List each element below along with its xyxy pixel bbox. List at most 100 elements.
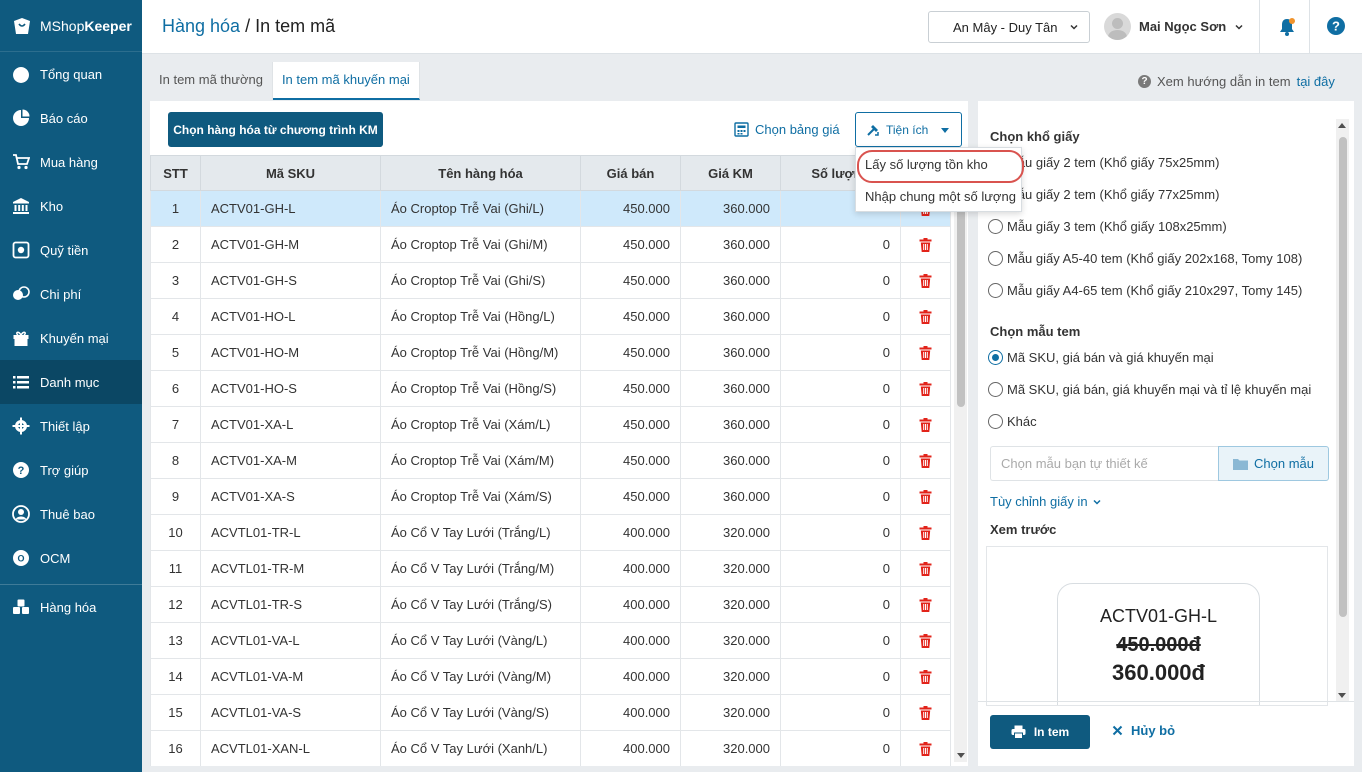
cell-delete[interactable] [900, 298, 951, 335]
sidebar-item-kho[interactable]: Kho [0, 184, 142, 228]
table-row[interactable]: 10 ACVTL01-TR-L Áo Cổ V Tay Lưới (Trắng/L)… [150, 514, 951, 551]
cell-quantity[interactable]: 0 [780, 622, 901, 659]
trash-icon[interactable] [919, 669, 932, 684]
table-row[interactable]: 12 ACVTL01-TR-S Áo Cổ V Tay Lưới (Trắng/S)… [150, 586, 951, 623]
tab-in-tem-ma-khuyen-mai[interactable]: In tem mã khuyến mại [272, 62, 420, 100]
sidebar-item-quy-tien[interactable]: Quỹ tiền [0, 228, 142, 272]
trash-icon[interactable] [919, 525, 932, 540]
custom-template-input[interactable] [990, 446, 1218, 481]
table-row[interactable]: 7 ACTV01-XA-L Áo Croptop Trễ Vai (Xám/L) 45… [150, 406, 951, 443]
cell-delete[interactable] [900, 730, 951, 766]
radio-button[interactable] [988, 350, 1003, 365]
cell-quantity[interactable]: 0 [780, 298, 901, 335]
cell-delete[interactable] [900, 694, 951, 731]
sidebar-item-ocm[interactable]: O OCM [0, 536, 142, 580]
scrollbar-thumb[interactable] [1339, 137, 1347, 617]
trash-icon[interactable] [919, 273, 932, 288]
trash-icon[interactable] [919, 453, 932, 468]
trash-icon[interactable] [919, 309, 932, 324]
paper-size-option[interactable]: Mẫu giấy 3 tem (Khổ giấy 108x25mm) [988, 219, 1227, 234]
sidebar-item-bao-cao[interactable]: Báo cáo [0, 96, 142, 140]
breadcrumb-hang-hoa[interactable]: Hàng hóa [162, 16, 240, 36]
sidebar-item-tro-giup[interactable]: ? Trợ giúp [0, 448, 142, 492]
table-row[interactable]: 14 ACVTL01-VA-M Áo Cổ V Tay Lưới (Vàng/M) 4… [150, 658, 951, 695]
scroll-down-arrow-icon[interactable] [1338, 693, 1346, 698]
table-row[interactable]: 6 ACTV01-HO-S Áo Croptop Trễ Vai (Hồng/S) 4… [150, 370, 951, 407]
cell-quantity[interactable]: 0 [780, 442, 901, 479]
cell-quantity[interactable]: 0 [780, 226, 901, 263]
col-header-promo-price[interactable]: Giá KM [680, 155, 781, 191]
radio-button[interactable] [988, 251, 1003, 266]
cell-delete[interactable] [900, 262, 951, 299]
paper-size-option[interactable]: Mẫu giấy A4-65 tem (Khổ giấy 210x297, To… [988, 283, 1302, 298]
col-header-stt[interactable]: STT [150, 155, 201, 191]
table-scrollbar[interactable] [954, 155, 967, 762]
trash-icon[interactable] [919, 417, 932, 432]
cell-delete[interactable] [900, 370, 951, 407]
table-row[interactable]: 1 ACTV01-GH-L Áo Croptop Trễ Vai (Ghi/L) 45… [150, 190, 951, 227]
table-row[interactable]: 5 ACTV01-HO-M Áo Croptop Trễ Vai (Hồng/M) 4… [150, 334, 951, 371]
cell-delete[interactable] [900, 550, 951, 587]
table-row[interactable]: 13 ACVTL01-VA-L Áo Cổ V Tay Lưới (Vàng/L) 4… [150, 622, 951, 659]
cell-delete[interactable] [900, 586, 951, 623]
cell-delete[interactable] [900, 658, 951, 695]
paper-size-option[interactable]: Mẫu giấy 2 tem (Khổ giấy 77x25mm) [988, 187, 1219, 202]
radio-button[interactable] [988, 283, 1003, 298]
settings-scrollbar[interactable] [1336, 119, 1349, 702]
tab-in-tem-ma-thuong[interactable]: In tem mã thường [150, 62, 273, 100]
customize-paper-toggle[interactable]: Tùy chỉnh giấy in [990, 494, 1102, 509]
sidebar-item-thue-bao[interactable]: Thuê bao [0, 492, 142, 536]
menu-item-get-stock-quantity[interactable]: Lấy số lượng tồn kho [856, 148, 1024, 183]
user-menu[interactable]: Mai Ngọc Sơn [1104, 13, 1244, 40]
sidebar-item-tong-quan[interactable]: Tổng quan [0, 52, 142, 96]
sidebar-item-thiet-lap[interactable]: Thiết lập [0, 404, 142, 448]
choose-promo-products-button[interactable]: Chọn hàng hóa từ chương trình KM [168, 112, 383, 147]
radio-button[interactable] [988, 414, 1003, 429]
label-template-option[interactable]: Mã SKU, giá bán và giá khuyến mại [988, 350, 1214, 365]
trash-icon[interactable] [919, 741, 932, 756]
trash-icon[interactable] [919, 345, 932, 360]
col-header-name[interactable]: Tên hàng hóa [380, 155, 581, 191]
table-row[interactable]: 11 ACVTL01-TR-M Áo Cổ V Tay Lưới (Trắng/M)… [150, 550, 951, 587]
choose-price-table-link[interactable]: Chọn bảng giá [734, 122, 840, 137]
cell-delete[interactable] [900, 334, 951, 371]
cell-quantity[interactable]: 0 [780, 694, 901, 731]
cell-quantity[interactable]: 0 [780, 550, 901, 587]
table-row[interactable]: 4 ACTV01-HO-L Áo Croptop Trễ Vai (Hồng/L) 4… [150, 298, 951, 335]
cell-delete[interactable] [900, 226, 951, 263]
col-header-price[interactable]: Giá bán [580, 155, 681, 191]
radio-button[interactable] [988, 219, 1003, 234]
table-row[interactable]: 15 ACVTL01-VA-S Áo Cổ V Tay Lưới (Vàng/S) 4… [150, 694, 951, 731]
scroll-down-arrow-icon[interactable] [957, 753, 965, 758]
sidebar-item-hang-hoa[interactable]: Hàng hóa [0, 585, 142, 629]
col-header-sku[interactable]: Mã SKU [200, 155, 381, 191]
cell-quantity[interactable]: 0 [780, 586, 901, 623]
cell-quantity[interactable]: 0 [780, 658, 901, 695]
scroll-up-arrow-icon[interactable] [1338, 123, 1346, 128]
cell-delete[interactable] [900, 514, 951, 551]
table-row[interactable]: 3 ACTV01-GH-S Áo Croptop Trễ Vai (Ghi/S) 45… [150, 262, 951, 299]
label-template-option[interactable]: Mã SKU, giá bán, giá khuyến mại và tỉ lệ… [988, 382, 1311, 397]
sidebar-item-danh-muc[interactable]: Danh mục [0, 360, 142, 404]
cell-delete[interactable] [900, 478, 951, 515]
scrollbar-thumb[interactable] [957, 199, 965, 407]
cell-delete[interactable] [900, 622, 951, 659]
cell-delete[interactable] [900, 442, 951, 479]
trash-icon[interactable] [919, 237, 932, 252]
sidebar-item-khuyen-mai[interactable]: Khuyến mại [0, 316, 142, 360]
table-row[interactable]: 9 ACTV01-XA-S Áo Croptop Trễ Vai (Xám/S) 45… [150, 478, 951, 515]
trash-icon[interactable] [919, 381, 932, 396]
label-template-option[interactable]: Khác [988, 414, 1037, 429]
trash-icon[interactable] [919, 597, 932, 612]
brand[interactable]: MShopKeeper [0, 0, 142, 52]
cell-quantity[interactable]: 0 [780, 406, 901, 443]
cell-delete[interactable] [900, 406, 951, 443]
cell-quantity[interactable]: 0 [780, 334, 901, 371]
print-labels-button[interactable]: In tem [990, 715, 1090, 749]
menu-item-enter-common-quantity[interactable]: Nhập chung một số lượng [856, 180, 1021, 212]
guide-link[interactable]: tại đây [1297, 74, 1335, 89]
cell-quantity[interactable]: 0 [780, 262, 901, 299]
sidebar-item-mua-hang[interactable]: Mua hàng [0, 140, 142, 184]
paper-size-option[interactable]: Mẫu giấy A5-40 tem (Khổ giấy 202x168, To… [988, 251, 1302, 266]
utilities-button[interactable]: Tiện ích [855, 112, 962, 147]
